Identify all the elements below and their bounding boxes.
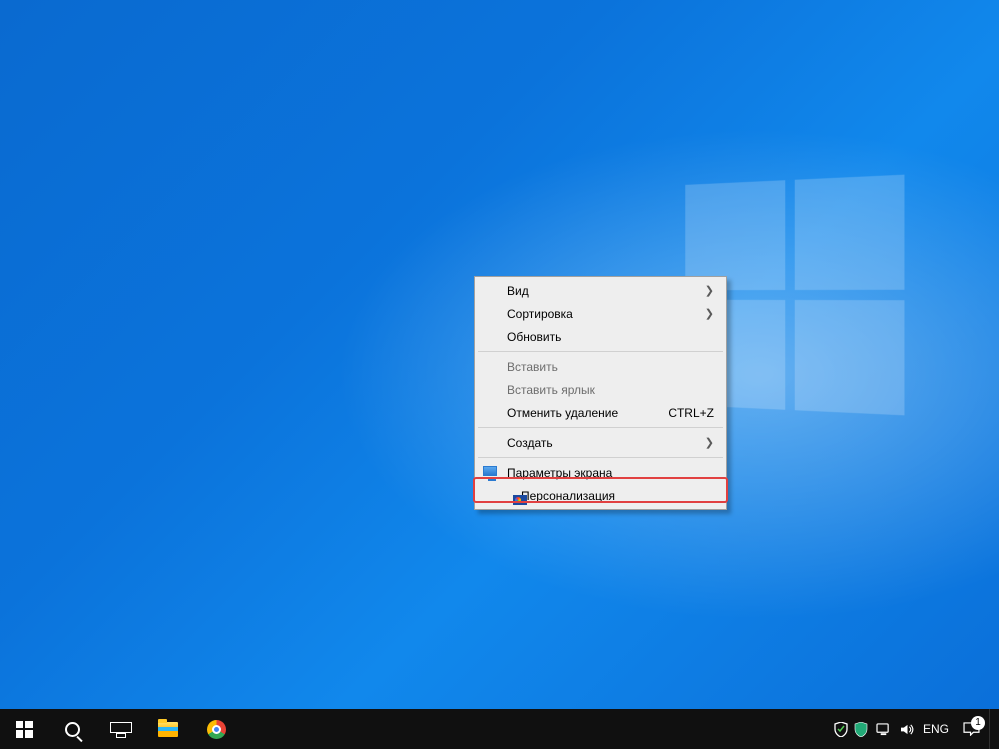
context-item-label: Обновить: [507, 330, 714, 344]
task-view-icon: [110, 722, 130, 736]
search-icon: [65, 722, 80, 737]
start-button[interactable]: [0, 709, 48, 749]
windows-logo-icon: [16, 721, 33, 738]
context-item-view[interactable]: Вид ❯: [477, 279, 724, 302]
context-menu-separator: [478, 457, 723, 458]
context-item-accelerator: CTRL+Z: [668, 406, 714, 420]
context-item-display-settings[interactable]: Параметры экрана: [477, 461, 724, 484]
chevron-right-icon: ❯: [695, 307, 714, 320]
tray-language[interactable]: ENG: [919, 722, 953, 736]
display-settings-icon: [483, 466, 497, 476]
context-item-label: Параметры экрана: [507, 466, 714, 480]
context-item-undo-delete[interactable]: Отменить удаление CTRL+Z: [477, 401, 724, 424]
notification-count-badge: 1: [971, 716, 985, 730]
tray-network-icon[interactable]: [871, 709, 895, 749]
task-view-button[interactable]: [96, 709, 144, 749]
chrome-button[interactable]: [192, 709, 240, 749]
context-item-label: Вид: [507, 284, 695, 298]
chevron-right-icon: ❯: [695, 284, 714, 297]
context-item-label: Сортировка: [507, 307, 695, 321]
context-item-sort[interactable]: Сортировка ❯: [477, 302, 724, 325]
tray-security-icon[interactable]: [831, 709, 851, 749]
context-menu-separator: [478, 351, 723, 352]
context-item-label: Вставить ярлык: [507, 383, 714, 397]
tray-app-icon[interactable]: [851, 709, 871, 749]
chevron-right-icon: ❯: [695, 436, 714, 449]
desktop-context-menu: Вид ❯ Сортировка ❯ Обновить Вставить Вст…: [474, 276, 727, 510]
context-item-label: Отменить удаление: [507, 406, 658, 420]
tray-volume-icon[interactable]: [895, 709, 919, 749]
chrome-icon: [207, 720, 226, 739]
context-item-label: Создать: [507, 436, 695, 450]
language-label: ENG: [923, 722, 949, 736]
personalize-icon: [513, 495, 527, 505]
action-center-button[interactable]: 1: [953, 722, 989, 736]
context-item-new[interactable]: Создать ❯: [477, 431, 724, 454]
context-item-paste-shortcut: Вставить ярлык: [477, 378, 724, 401]
context-item-paste: Вставить: [477, 355, 724, 378]
context-item-personalize[interactable]: Персонализация: [477, 484, 724, 507]
context-menu-separator: [478, 427, 723, 428]
show-desktop-button[interactable]: [989, 709, 995, 749]
taskbar: ENG 1: [0, 709, 999, 749]
context-item-refresh[interactable]: Обновить: [477, 325, 724, 348]
system-tray: ENG 1: [831, 709, 999, 749]
taskbar-left: [0, 709, 240, 749]
file-explorer-button[interactable]: [144, 709, 192, 749]
context-item-label: Вставить: [507, 360, 714, 374]
file-explorer-icon: [158, 722, 178, 737]
context-item-label: Персонализация: [521, 489, 714, 503]
search-button[interactable]: [48, 709, 96, 749]
